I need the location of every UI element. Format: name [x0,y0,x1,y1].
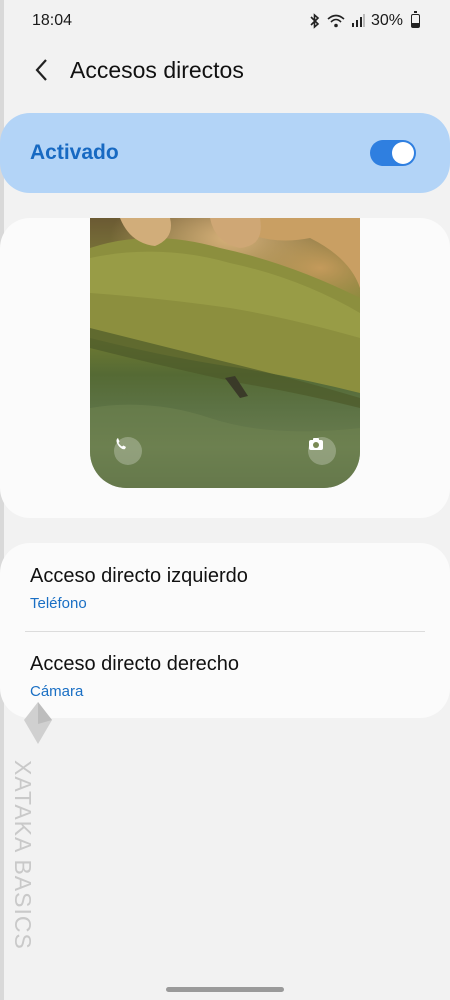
setting-value: Teléfono [30,595,87,612]
app-header: Accesos directos [0,44,450,96]
setting-value: Cámara [30,683,84,700]
shortcut-settings-card: Acceso directo izquierdo Teléfono Acceso… [0,543,450,718]
status-time: 18:04 [32,12,73,29]
home-indicator[interactable] [166,987,284,992]
master-toggle-switch[interactable] [370,140,416,166]
switch-knob [392,142,414,164]
phone-icon[interactable] [114,437,142,465]
setting-left-shortcut[interactable]: Acceso directo izquierdo Teléfono [0,543,450,629]
battery-icon [411,11,420,28]
battery-percent: 30% [370,12,403,29]
setting-right-shortcut[interactable]: Acceso directo derecho Cámara [0,631,450,717]
bluetooth-icon [309,13,321,29]
status-bar: 18:04 30% [0,0,450,42]
lockscreen-preview [90,218,360,488]
setting-title: Acceso directo derecho [30,653,240,675]
lockscreen-preview-card [0,218,450,518]
status-icons: 30% [309,11,420,30]
setting-title: Acceso directo izquierdo [30,565,248,587]
master-toggle-label: Activado [30,141,119,164]
camera-icon[interactable] [308,437,336,465]
watermark-text: XATAKA BASICS [10,760,36,950]
signal-icon [351,14,365,28]
back-arrow-icon[interactable] [22,50,62,90]
master-toggle-row[interactable]: Activado [0,113,450,193]
wifi-icon [327,14,345,28]
page-title: Accesos directos [70,56,244,83]
